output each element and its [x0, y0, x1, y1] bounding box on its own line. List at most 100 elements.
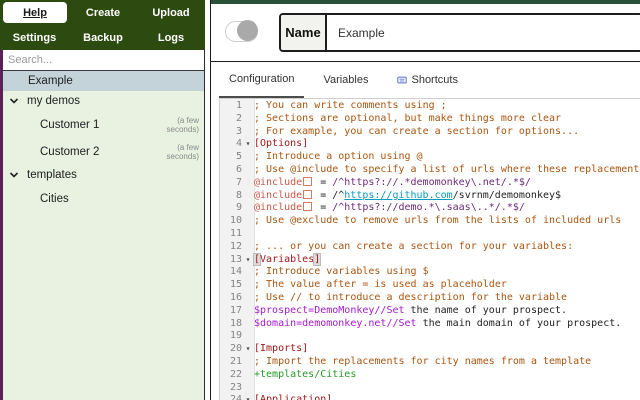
- code-line[interactable]: 20 ▾ [Imports]: [220, 343, 640, 356]
- code-line[interactable]: 5 ; Introduce a option using @: [220, 151, 640, 164]
- fold-marker-icon[interactable]: ▾: [242, 394, 254, 400]
- upload-button[interactable]: Upload: [137, 0, 205, 25]
- code-token: [Options]: [254, 138, 309, 150]
- code-text[interactable]: ; Sections are optional, but make things…: [254, 113, 640, 126]
- code-token: /^https?://.*demomonkey\.net/.*$/: [332, 176, 531, 188]
- help-button[interactable]: Help: [3, 2, 67, 23]
- code-text[interactable]: [Variables]: [254, 253, 640, 267]
- sidebar-item-templates[interactable]: templates: [0, 165, 204, 185]
- code-line[interactable]: 14 ; Introduce variables using $: [220, 266, 640, 279]
- include-checkbox[interactable]: [303, 202, 313, 212]
- code-text[interactable]: [254, 330, 640, 343]
- code-line[interactable]: 4 ▾ [Options]: [220, 138, 640, 151]
- chevron-down-icon[interactable]: [8, 95, 20, 107]
- code-token: the main domain of your prospect.: [416, 317, 622, 329]
- code-text[interactable]: ; For example, you can create a section …: [254, 126, 640, 139]
- code-editor[interactable]: 1 ; You can write comments using ; 2 ; Sect…: [219, 98, 640, 400]
- tab-configuration[interactable]: Configuration: [219, 62, 305, 98]
- tab-variables[interactable]: Variables: [313, 62, 378, 98]
- code-text[interactable]: ; Use @include to specify a list of urls…: [254, 164, 640, 177]
- code-line[interactable]: 22 +templates/Cities: [220, 369, 640, 382]
- include-checkbox[interactable]: [303, 176, 313, 186]
- sidebar-item-label: Example: [28, 75, 73, 87]
- code-text[interactable]: ; Introduce a option using @: [254, 151, 640, 164]
- code-text[interactable]: @include = /^https?://demo.*\.saas\..*/.…: [254, 202, 640, 215]
- code-text[interactable]: @include = /^https?://.*demomonkey\.net/…: [254, 176, 640, 190]
- code-line[interactable]: 17 $prospect=DemoMonkey//Set the name of …: [220, 305, 640, 318]
- code-line[interactable]: 24 ▾ [Application]: [220, 394, 640, 400]
- fold-marker-icon[interactable]: ▾: [242, 138, 254, 151]
- code-text[interactable]: ; You can write comments using ;: [254, 100, 640, 113]
- code-text[interactable]: ; The value after = is used as placehold…: [254, 279, 640, 292]
- code-line[interactable]: 16 ; Use // to introduce a description fo…: [220, 292, 640, 305]
- code-line[interactable]: 21 ; Import the replacements for city nam…: [220, 356, 640, 369]
- sidebar-item-customer-1[interactable]: Customer 1 (a few seconds): [0, 111, 204, 138]
- enable-toggle[interactable]: [225, 20, 258, 42]
- line-number: 21: [229, 355, 242, 367]
- code-line[interactable]: 18 $domain=demomonkey.net//Set the main d…: [220, 318, 640, 331]
- code-line[interactable]: 9 @include = /^https?://demo.*\.saas\..*/…: [220, 202, 640, 215]
- fold-gutter: [242, 279, 254, 292]
- fold-gutter: [242, 113, 254, 126]
- code-text[interactable]: ; Use @exclude to remove urls from the l…: [254, 215, 640, 228]
- search-input[interactable]: [0, 50, 204, 70]
- sidebar-item-example[interactable]: Example: [0, 71, 204, 91]
- chevron-down-icon[interactable]: [8, 169, 20, 181]
- code-line[interactable]: 8 @include = /^https://github.com/svrnm/d…: [220, 189, 640, 203]
- keyboard-icon: [397, 75, 408, 85]
- code-text[interactable]: $domain=demomonkey.net//Set the main dom…: [254, 318, 640, 331]
- code-line[interactable]: 11: [220, 228, 640, 241]
- code-text[interactable]: $prospect=DemoMonkey//Set the name of yo…: [254, 305, 640, 318]
- code-line[interactable]: 2 ; Sections are optional, but make thing…: [220, 113, 640, 126]
- code-text[interactable]: [254, 228, 640, 241]
- line-number: 14: [229, 266, 242, 278]
- code-text[interactable]: ; Import the replacements for city names…: [254, 356, 640, 369]
- code-line[interactable]: 3 ; For example, you can create a section…: [220, 126, 640, 139]
- code-line[interactable]: 1 ; You can write comments using ;: [220, 100, 640, 113]
- sidebar-item-label: Cities: [40, 192, 69, 205]
- include-checkbox[interactable]: [303, 189, 313, 199]
- code-text[interactable]: ; ... or you can create a section for yo…: [254, 241, 640, 254]
- fold-gutter: [242, 318, 254, 331]
- fold-marker-icon[interactable]: ▾: [242, 254, 254, 267]
- logs-button[interactable]: Logs: [137, 25, 205, 50]
- code-line[interactable]: 15 ; The value after = is used as placeho…: [220, 279, 640, 292]
- create-button[interactable]: Create: [69, 0, 137, 25]
- code-line[interactable]: 13 ▾ [Variables]: [220, 253, 640, 267]
- fold-marker-icon[interactable]: ▾: [242, 343, 254, 356]
- code-text[interactable]: [Options]: [254, 138, 640, 151]
- code-line[interactable]: 7 @include = /^https?://.*demomonkey\.net…: [220, 176, 640, 190]
- code-line[interactable]: 19: [220, 330, 640, 343]
- code-text[interactable]: ; Introduce variables using $: [254, 266, 640, 279]
- sidebar-item-cities[interactable]: Cities: [0, 185, 204, 212]
- code-text[interactable]: ; Use // to introduce a description for …: [254, 292, 640, 305]
- code-line[interactable]: 6 ; Use @include to specify a list of url…: [220, 164, 640, 177]
- sidebar-item-customer-2[interactable]: Customer 2 (a few seconds): [0, 138, 204, 165]
- fold-gutter: [242, 151, 254, 164]
- backup-button[interactable]: Backup: [69, 25, 137, 50]
- code-token: @include: [254, 189, 303, 201]
- code-line[interactable]: 12 ; ... or you can create a section for …: [220, 241, 640, 254]
- code-text[interactable]: +templates/Cities: [254, 369, 640, 382]
- code-token: ]: [314, 253, 321, 265]
- code-text[interactable]: [Application]: [254, 394, 640, 400]
- code-line[interactable]: 10 ; Use @exclude to remove urls from the…: [220, 215, 640, 228]
- code-line[interactable]: 23: [220, 382, 640, 395]
- tab-configuration-label: Configuration: [229, 73, 295, 85]
- line-number: 5: [235, 151, 242, 163]
- code-text[interactable]: [254, 382, 640, 395]
- fold-gutter: [242, 356, 254, 369]
- code-text[interactable]: @include = /^https://github.com/svrnm/de…: [254, 189, 640, 203]
- code-token: ; The value after = is used as placehold…: [254, 279, 507, 291]
- tab-shortcuts[interactable]: Shortcuts: [387, 62, 467, 98]
- code-text[interactable]: [Imports]: [254, 343, 640, 356]
- fold-gutter: [242, 369, 254, 382]
- name-input[interactable]: [327, 15, 640, 50]
- code-token: /svrnm/demomonkey$: [452, 189, 562, 201]
- sidebar-item-my-demos[interactable]: my demos: [0, 91, 204, 111]
- settings-button[interactable]: Settings: [0, 25, 69, 50]
- line-number: 24: [229, 394, 242, 400]
- name-field-label: Name: [281, 15, 327, 50]
- code-token: =: [314, 202, 333, 214]
- line-number: 2: [235, 112, 242, 124]
